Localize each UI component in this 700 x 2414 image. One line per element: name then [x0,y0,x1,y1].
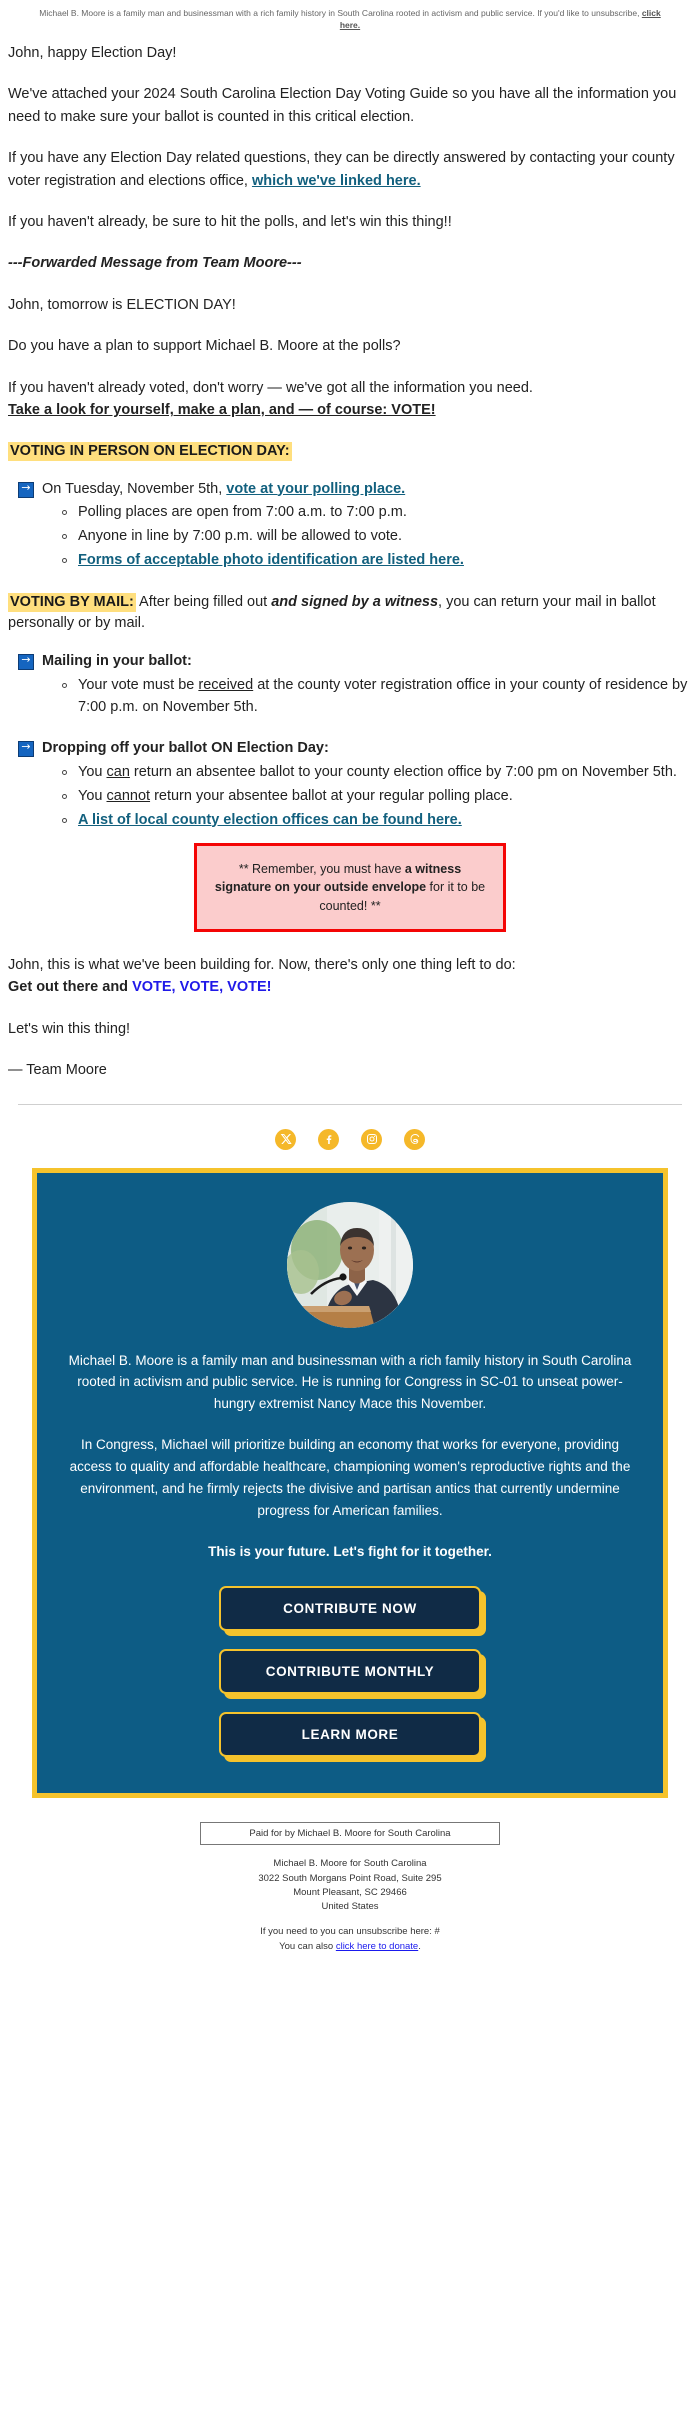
org-name: Michael B. Moore for South Carolina [273,1858,427,1870]
in-person-heading-row: VOTING IN PERSON ON ELECTION DAY: [8,441,692,463]
greeting: John, happy Election Day! [8,44,177,61]
by-mail-heading-row: VOTING BY MAIL: After being filled out a… [8,592,692,636]
social-links-row [0,1123,700,1168]
dropoff-bullets: You can return an absentee ballot to you… [8,762,692,831]
witness-warning-wrap: ** Remember, you must have a witness sig… [8,833,692,953]
candidate-card-wrap: Michael B. Moore is a family man and bus… [0,1167,700,1799]
in-person-arrow-item: On Tuesday, November 5th, vote at your p… [18,479,692,501]
county-office-link[interactable]: which we've linked here. [252,173,421,189]
bullet-pre: Your vote must be [78,676,199,693]
polling-place-link[interactable]: vote at your polling place. [226,481,405,497]
closing-line-2-bold: Get out there and [8,979,133,996]
forwarded-divider: ---Forwarded Message from Team Moore--- [8,255,302,272]
street-address: 3022 South Morgans Point Road, Suite 295 [258,1872,442,1884]
fwd-line-3-text: If you haven't already voted, don't worr… [8,379,533,396]
photo-id-link[interactable]: Forms of acceptable photo identification… [78,552,464,568]
by-mail-intro-a: After being filled out [135,593,272,610]
fwd-line-3-bold: Take a look for yourself, make a plan, a… [8,402,436,419]
candidate-bio-2: In Congress, Michael will prioritize bui… [69,1437,631,1518]
paid-for-disclaimer: Paid for by Michael B. Moore for South C… [200,1822,500,1846]
closing-vote-text: VOTE, VOTE, VOTE! [132,979,272,996]
candidate-tagline: This is your future. Let's fight for it … [208,1543,492,1559]
intro-paragraph-2: If you have any Election Day related que… [8,147,692,192]
bullet-text: Polling places are open from 7:00 a.m. t… [78,504,407,521]
contribute-now-button[interactable]: CONTRIBUTE NOW [219,1586,481,1632]
address-block: Michael B. Moore for South Carolina 3022… [0,1857,700,1914]
donate-line: You can also click here to donate. [0,1940,700,1954]
list-item[interactable]: Forms of acceptable photo identification… [62,550,692,572]
intro-paragraph-3: If you haven't already, be sure to hit t… [8,213,452,230]
dropoff-group-title-row: Dropping off your ballot ON Election Day… [18,738,692,760]
closing-line-3: Let's win this thing! [8,1020,131,1037]
facebook-icon[interactable] [318,1128,339,1150]
preheader: Michael B. Moore is a family man and bus… [0,0,700,42]
arrow-right-icon [18,480,34,498]
list-item: Your vote must be received at the county… [62,675,692,719]
candidate-card: Michael B. Moore is a family man and bus… [32,1167,668,1799]
county-offices-list-link[interactable]: A list of local county election offices … [78,812,462,828]
list-item: You cannot return your absentee ballot a… [62,786,692,808]
instagram-icon[interactable] [361,1128,382,1150]
main-content: John, happy Election Day! We've attached… [0,42,700,1082]
arrow-right-icon [18,739,34,758]
contribute-monthly-button[interactable]: CONTRIBUTE MONTHLY [219,1649,481,1695]
list-item: You can return an absentee ballot to you… [62,762,692,784]
footer-divider [18,1103,682,1105]
in-person-heading: VOTING IN PERSON ON ELECTION DAY: [8,441,292,461]
donate-post: . [418,1940,421,1952]
in-person-arrow-text: On Tuesday, November 5th, vote at your p… [42,479,405,501]
donate-link[interactable]: click here to donate [336,1941,418,1952]
x-twitter-icon[interactable] [275,1128,296,1150]
bullet-pre: You [78,764,107,781]
bullet-emphasis: can [106,764,130,781]
fwd-line-2: Do you have a plan to support Michael B.… [8,338,401,355]
bullet-emphasis: received [198,676,254,693]
arrow-right-icon [18,652,34,671]
list-item: Polling places are open from 7:00 a.m. t… [62,502,692,524]
bullet-post: return an absentee ballot to your county… [129,764,677,781]
mailing-group-title: Mailing in your ballot: [42,653,192,670]
warning-pre: ** Remember, you must have [238,862,405,877]
learn-more-button[interactable]: LEARN MORE [219,1712,481,1758]
intro-paragraph-1: We've attached your 2024 South Carolina … [8,86,677,125]
closing-line-1: John, this is what we've been building f… [8,956,516,973]
by-mail-intro-b: and signed by a witness [271,593,439,610]
witness-warning-box: ** Remember, you must have a witness sig… [194,843,506,932]
in-person-bullets: Polling places are open from 7:00 a.m. t… [8,502,692,571]
fwd-line-1: John, tomorrow is ELECTION DAY! [8,296,236,313]
by-mail-heading: VOTING BY MAIL: [8,592,136,612]
city-state-zip: Mount Pleasant, SC 29466 [293,1886,407,1898]
bullet-emphasis: cannot [106,787,151,804]
unsubscribe-block: If you need to you can unsubscribe here:… [0,1925,700,1960]
closing-paragraph: John, this is what we've been building f… [8,954,692,999]
fwd-line-3: If you haven't already voted, don't worr… [8,377,692,422]
mailing-group-title-row: Mailing in your ballot: [18,651,692,673]
list-item: Anyone in line by 7:00 p.m. will be allo… [62,526,692,548]
threads-icon[interactable] [404,1128,425,1150]
in-person-date-text: On Tuesday, November 5th, [42,480,227,497]
unsubscribe-text: If you need to you can unsubscribe here:… [260,1926,440,1938]
bullet-post: return your absentee ballot at your regu… [150,787,513,804]
footer: Paid for by Michael B. Moore for South C… [0,1798,700,1974]
dropoff-group-title: Dropping off your ballot ON Election Day… [42,740,329,757]
preheader-text: Michael B. Moore is a family man and bus… [39,8,642,18]
signoff: — Team Moore [8,1062,107,1079]
country: United States [321,1901,379,1913]
candidate-bio-1: Michael B. Moore is a family man and bus… [68,1352,632,1412]
donate-pre: You can also [279,1940,336,1952]
list-item[interactable]: A list of local county election offices … [62,810,692,832]
candidate-portrait [287,1201,413,1328]
bullet-text: Anyone in line by 7:00 p.m. will be allo… [78,528,403,545]
email-body: Michael B. Moore is a family man and bus… [0,0,700,1974]
bullet-pre: You [78,787,107,804]
mailing-bullets: Your vote must be received at the county… [8,675,692,719]
